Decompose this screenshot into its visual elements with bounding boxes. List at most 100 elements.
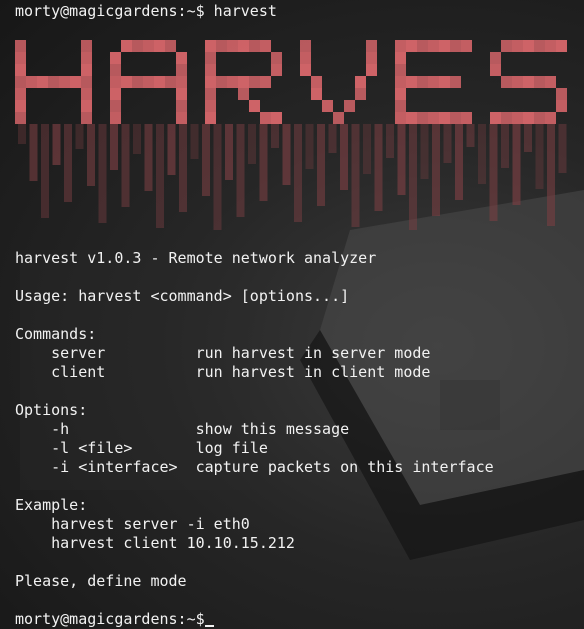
banner-pixel <box>121 76 132 88</box>
banner-pixel <box>15 88 26 100</box>
banner-pixel <box>110 112 121 124</box>
banner-drip <box>363 124 371 174</box>
banner-drip <box>282 124 291 185</box>
banner-pixel <box>176 52 187 64</box>
banner-drip <box>547 124 555 226</box>
banner-pixel <box>121 40 132 52</box>
banner-pixel <box>249 40 260 52</box>
banner-pixel <box>205 88 216 100</box>
banner-pixel <box>534 112 545 124</box>
banner-pixel <box>450 40 461 52</box>
banner-pixel <box>300 40 311 52</box>
banner-pixel <box>311 76 322 88</box>
banner-drip <box>420 124 429 179</box>
output-line: Commands: <box>15 325 97 343</box>
banner-drip <box>213 124 222 230</box>
banner-pixel <box>176 100 187 112</box>
banner-pixel <box>450 112 461 124</box>
banner-drip <box>259 124 268 201</box>
banner-pixel <box>501 112 512 124</box>
banner-pixel <box>81 100 92 112</box>
output-line: Usage: harvest <command> [options...] <box>15 287 350 305</box>
banner-pixel <box>417 112 428 124</box>
banner-drip <box>501 124 509 168</box>
banner-pixel <box>406 112 417 124</box>
banner-pixel <box>439 40 450 52</box>
output-line: Options: <box>15 401 88 419</box>
shell-prompt[interactable]: morty@magicgardens:~$ <box>15 610 214 629</box>
banner-pixel <box>461 112 472 124</box>
banner-pixel <box>395 52 406 64</box>
banner-pixel <box>260 112 271 124</box>
banner-pixel <box>556 100 567 112</box>
banner-drip <box>156 124 164 228</box>
banner-pixel <box>556 40 567 52</box>
banner-pixel <box>205 112 216 124</box>
output-line: harvest client 10.10.15.212 <box>15 534 295 552</box>
banner-pixel <box>249 100 260 112</box>
banner-pixel <box>300 64 311 76</box>
output-line: harvest v1.0.3 - Remote network analyzer <box>15 249 377 267</box>
banner-drip <box>443 124 452 163</box>
banner-pixel <box>417 40 428 52</box>
banner-pixel <box>227 40 238 52</box>
banner-drip <box>110 124 118 170</box>
banner-pixel <box>143 76 154 88</box>
banner-pixel <box>428 76 439 88</box>
banner-drip <box>236 124 245 217</box>
banner-pixel <box>271 112 282 124</box>
banner-pixel <box>132 76 143 88</box>
banner-drip <box>133 124 141 154</box>
prompt-text: morty@magicgardens:~$ <box>15 610 205 628</box>
banner-pixel <box>238 88 249 100</box>
banner-pixel <box>205 52 216 64</box>
banner-drip <box>202 124 210 196</box>
banner-pixel <box>417 76 428 88</box>
banner-pixel <box>176 112 187 124</box>
output-line: Please, define mode <box>15 572 187 590</box>
banner-pixel <box>556 88 567 100</box>
output-line: -i <interface> capture packets on this i… <box>15 458 494 476</box>
banner-drip <box>374 124 383 211</box>
banner-drip <box>179 124 187 212</box>
banner-pixel <box>300 52 311 64</box>
output-line: Example: <box>15 496 88 514</box>
banner-pixel <box>428 40 439 52</box>
banner-pixel <box>59 76 70 88</box>
banner-pixel <box>545 40 556 52</box>
banner-drip <box>512 124 521 205</box>
banner-pixel <box>366 40 377 52</box>
banner-pixel <box>70 76 81 88</box>
banner-pixel <box>439 76 450 88</box>
banner-drip <box>167 124 176 175</box>
banner-pixel <box>227 76 238 88</box>
banner-pixel <box>395 76 406 88</box>
banner-drip <box>397 124 406 195</box>
banner-pixel <box>271 52 282 64</box>
banner-pixel <box>333 112 344 124</box>
banner-drip <box>409 124 417 230</box>
banner-drip <box>190 124 199 159</box>
terminal-window[interactable]: morty@magicgardens:~$ harvest harvest v1… <box>0 0 584 629</box>
banner-pixel <box>344 100 355 112</box>
banner-pixel <box>205 100 216 112</box>
banner-pixel <box>216 40 227 52</box>
banner-drip <box>466 124 475 147</box>
banner-pixel <box>523 76 534 88</box>
banner-pixel <box>406 76 417 88</box>
banner-pixel <box>15 64 26 76</box>
banner-pixel <box>165 76 176 88</box>
banner-pixel <box>15 100 26 112</box>
banner-pixel <box>110 100 121 112</box>
banner-pixel <box>406 40 417 52</box>
banner-drip <box>305 124 314 169</box>
banner-drip <box>64 124 72 202</box>
banner-pixel <box>311 88 322 100</box>
banner-pixel <box>512 112 523 124</box>
banner-drip <box>351 124 360 227</box>
banner-drip <box>489 124 498 221</box>
banner-pixel <box>395 88 406 100</box>
banner-pixel <box>110 52 121 64</box>
banner-drip <box>75 124 84 149</box>
banner-pixel <box>81 40 92 52</box>
